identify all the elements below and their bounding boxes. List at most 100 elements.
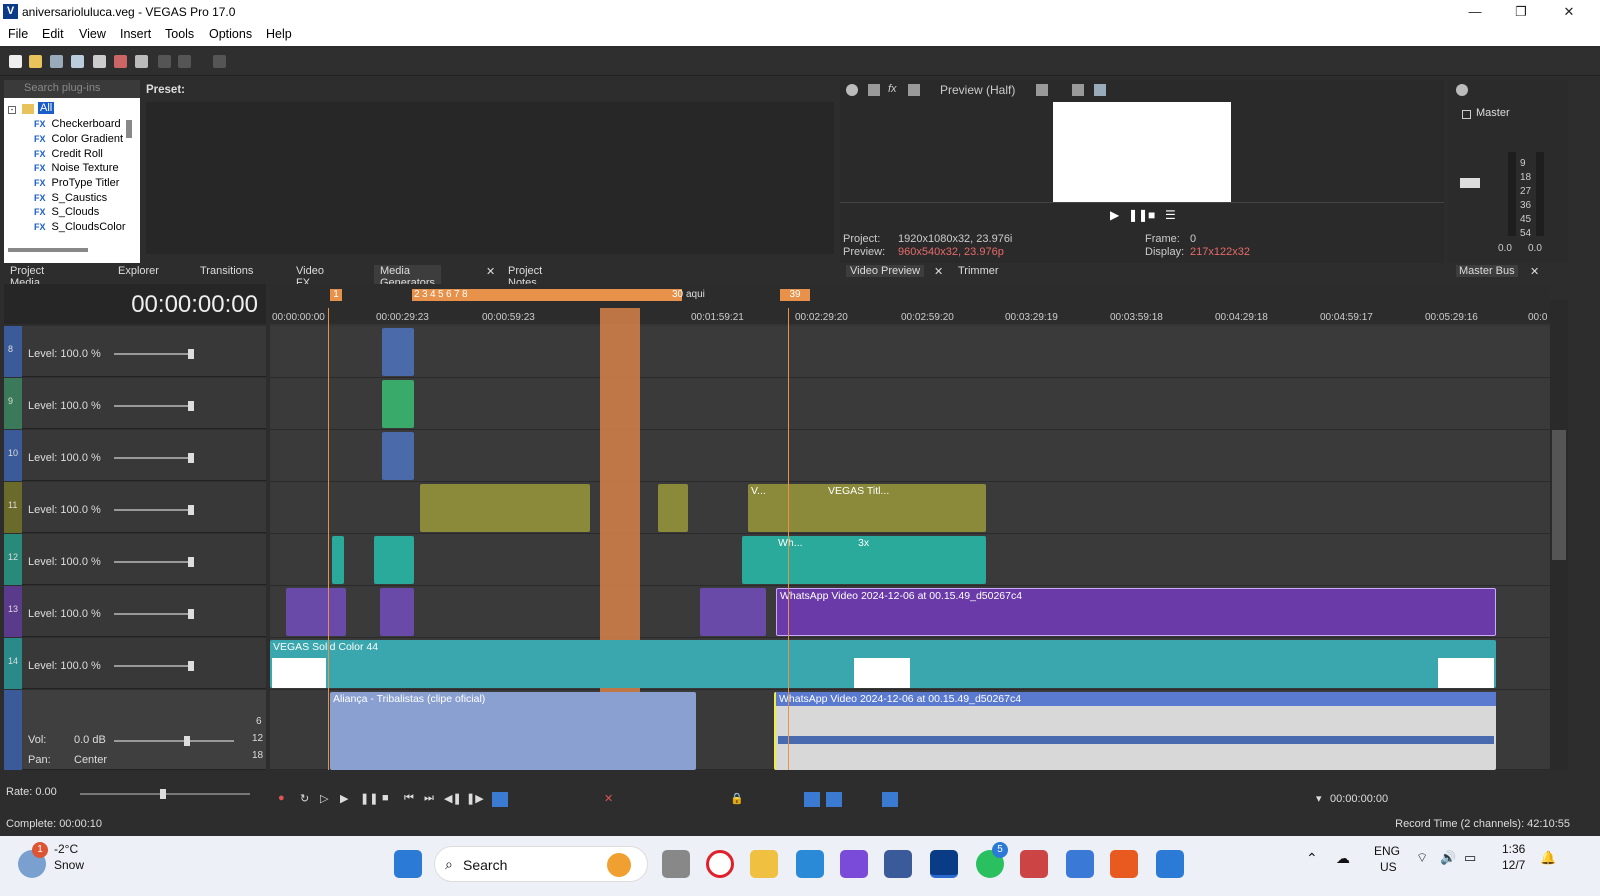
tree-root-all[interactable]: All bbox=[38, 102, 55, 114]
plugin-item[interactable]: FX ProType Titler bbox=[34, 177, 119, 189]
auto-crossfade-icon[interactable] bbox=[826, 792, 842, 807]
copy-icon[interactable] bbox=[135, 55, 148, 68]
tab-video-preview[interactable]: Video Preview bbox=[846, 265, 925, 277]
snapping-icon[interactable] bbox=[804, 792, 820, 807]
collapse-icon[interactable]: - bbox=[8, 106, 16, 114]
task-view-icon[interactable] bbox=[662, 850, 690, 878]
menu-view[interactable]: View bbox=[79, 27, 106, 41]
tab-explorer[interactable]: Explorer bbox=[118, 265, 159, 277]
save-snapshot-icon[interactable] bbox=[1094, 84, 1106, 96]
plugin-item[interactable]: FX Credit Roll bbox=[34, 148, 103, 160]
master-checkbox[interactable] bbox=[1462, 110, 1471, 119]
tab-close-icon[interactable]: ✕ bbox=[934, 265, 943, 278]
store-icon[interactable] bbox=[1066, 850, 1094, 878]
video-clip[interactable] bbox=[374, 536, 414, 584]
wifi-icon[interactable]: ⌔ bbox=[1416, 850, 1428, 866]
video-clip[interactable]: Wh... 3x bbox=[742, 536, 986, 584]
close-icon[interactable]: ✕ bbox=[1546, 0, 1592, 24]
plugin-item[interactable]: FX S_Clouds bbox=[34, 206, 99, 218]
cut-icon[interactable] bbox=[114, 55, 127, 68]
notification-icon[interactable]: 🔔 bbox=[1540, 850, 1556, 866]
snipping-icon[interactable] bbox=[1020, 850, 1048, 878]
timeline-ruler[interactable]: 00:00:00:00 00:00:29:23 00:00:59:23 00:0… bbox=[270, 284, 1550, 324]
plugin-item[interactable]: FX Noise Texture bbox=[34, 162, 119, 174]
chevron-up-icon[interactable]: ⌃ bbox=[1306, 850, 1318, 867]
fx-icon[interactable]: fx bbox=[888, 83, 897, 95]
menu-tools[interactable]: Tools bbox=[165, 27, 194, 41]
normal-edit-tool-icon[interactable] bbox=[492, 792, 508, 807]
tab-close-icon[interactable]: ✕ bbox=[1530, 265, 1539, 278]
menu-icon[interactable]: ☰ bbox=[1165, 208, 1176, 222]
pause-icon[interactable]: ❚❚ bbox=[360, 792, 378, 805]
tab-close-icon[interactable]: ✕ bbox=[486, 265, 495, 278]
video-track-header[interactable]: 14 Level: 100.0 % bbox=[4, 638, 266, 689]
windows-start-icon[interactable] bbox=[394, 850, 422, 878]
play-from-start-icon[interactable]: ▷ bbox=[320, 792, 328, 805]
region[interactable]: US bbox=[1380, 860, 1397, 874]
video-clip[interactable] bbox=[658, 484, 688, 532]
menu-options[interactable]: Options bbox=[209, 27, 252, 41]
track-lane[interactable] bbox=[270, 326, 1550, 378]
marker[interactable]: 1 bbox=[330, 289, 342, 301]
plugin-item[interactable]: FX S_CloudsColor bbox=[34, 221, 126, 233]
preview-quality-dropdown[interactable]: Preview (Half) bbox=[940, 83, 1015, 97]
minimize-icon[interactable]: — bbox=[1452, 0, 1498, 24]
go-to-end-icon[interactable]: ⏭ bbox=[424, 792, 434, 805]
play-icon[interactable]: ▶ bbox=[340, 792, 348, 805]
video-clip[interactable] bbox=[380, 588, 414, 636]
properties-icon[interactable] bbox=[93, 55, 106, 68]
video-clip[interactable] bbox=[382, 380, 414, 428]
loop-icon[interactable]: ↻ bbox=[300, 792, 309, 805]
master-settings-icon[interactable] bbox=[1456, 84, 1468, 96]
ripple-icon[interactable] bbox=[882, 792, 898, 807]
grid-icon[interactable] bbox=[1036, 84, 1048, 96]
opera-icon[interactable] bbox=[706, 850, 734, 878]
stop-icon[interactable]: ■ bbox=[382, 792, 389, 804]
tab-master-bus[interactable]: Master Bus bbox=[1456, 265, 1518, 277]
video-track-header[interactable]: 10 Level: 100.0 % bbox=[4, 430, 266, 481]
menu-help[interactable]: Help bbox=[266, 27, 292, 41]
restore-icon[interactable]: ❐ bbox=[1498, 0, 1544, 24]
go-to-start-icon[interactable]: ⏮ bbox=[404, 792, 414, 805]
video-clip[interactable] bbox=[700, 588, 766, 636]
tab-trimmer[interactable]: Trimmer bbox=[958, 265, 999, 277]
menu-edit[interactable]: Edit bbox=[42, 27, 64, 41]
marker[interactable]: 39 bbox=[780, 289, 810, 301]
notepad-icon[interactable] bbox=[1156, 850, 1184, 878]
master-fader-handle[interactable] bbox=[1460, 178, 1480, 188]
tree-scrollbar[interactable] bbox=[126, 120, 132, 138]
marker-range[interactable] bbox=[412, 289, 682, 301]
paste-icon[interactable] bbox=[158, 55, 171, 68]
settings-icon[interactable] bbox=[846, 84, 858, 96]
video-track-header[interactable]: 12 Level: 100.0 % bbox=[4, 534, 266, 585]
taskbar-search[interactable]: ⌕ Search bbox=[434, 846, 648, 882]
rate-slider[interactable] bbox=[80, 789, 250, 799]
solid-color-clip[interactable]: VEGAS Solid Color 44 bbox=[270, 640, 1496, 688]
undo-icon[interactable] bbox=[178, 55, 191, 68]
whatsapp-video-clip[interactable]: WhatsApp Video 2024-12-06 at 00.15.49_d5… bbox=[776, 588, 1496, 636]
vegas-taskbar-icon[interactable] bbox=[930, 850, 958, 878]
lock-icon[interactable]: 🔒 bbox=[730, 792, 744, 805]
battery-icon[interactable]: ▭ bbox=[1464, 850, 1476, 866]
split-icon[interactable] bbox=[868, 84, 880, 96]
visual-studio-icon[interactable] bbox=[840, 850, 868, 878]
stop-icon[interactable]: ■ bbox=[1148, 208, 1155, 222]
language[interactable]: ENG bbox=[1374, 844, 1400, 858]
onedrive-icon[interactable]: ☁ bbox=[1336, 850, 1350, 867]
video-track-header[interactable]: 13 Level: 100.0 % bbox=[4, 586, 266, 637]
vscode-icon[interactable] bbox=[796, 850, 824, 878]
track-lane[interactable] bbox=[270, 378, 1550, 430]
video-clip[interactable] bbox=[382, 432, 414, 480]
audio-clip-alianca[interactable]: Aliança - Tribalistas (clipe oficial) bbox=[330, 692, 696, 770]
audio-track-header[interactable]: Vol: 0.0 dB Pan: Center 6 12 18 bbox=[4, 690, 266, 770]
plugin-item[interactable]: FX Color Gradient bbox=[34, 133, 123, 145]
app-icon[interactable] bbox=[884, 850, 912, 878]
plugin-search-input[interactable]: Search plug-ins bbox=[4, 80, 140, 98]
new-icon[interactable] bbox=[9, 55, 22, 68]
menu-insert[interactable]: Insert bbox=[120, 27, 151, 41]
video-track-header[interactable]: 8 Level: 100.0 % bbox=[4, 326, 266, 377]
next-frame-icon[interactable]: ❚▶ bbox=[466, 792, 484, 805]
redo-icon[interactable] bbox=[213, 55, 226, 68]
plugin-item[interactable]: FX Checkerboard bbox=[34, 118, 121, 130]
timeline-vertical-scrollbar[interactable] bbox=[1550, 300, 1568, 770]
